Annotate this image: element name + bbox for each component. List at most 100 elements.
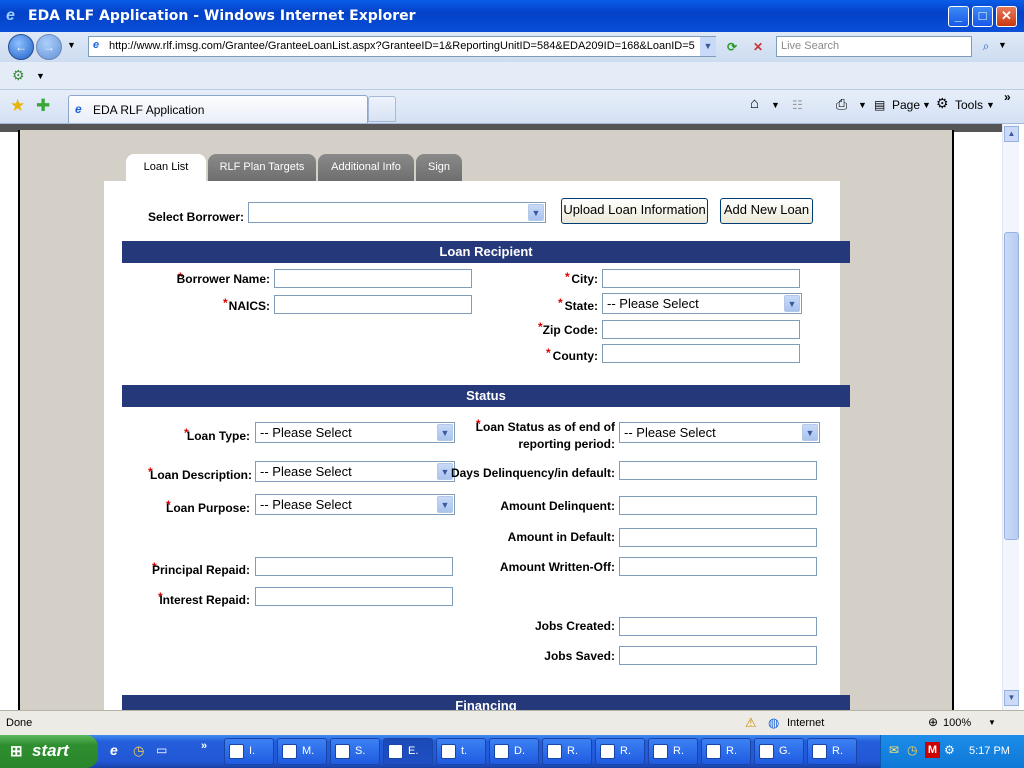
stop-icon[interactable]: ✕: [748, 37, 768, 57]
taskbar-item[interactable]: R.: [807, 738, 857, 765]
state-dropdown[interactable]: -- Please Select ▼: [602, 293, 802, 314]
loan-status-dropdown[interactable]: -- Please Select ▼: [619, 422, 820, 443]
taskbar-item[interactable]: t.: [436, 738, 486, 765]
zoom-level[interactable]: 100%: [943, 717, 971, 729]
favorites-star-icon[interactable]: ★: [10, 96, 25, 116]
new-tab-button[interactable]: [368, 96, 396, 122]
toolbar-icon[interactable]: ⚙: [12, 67, 25, 84]
search-input[interactable]: Live Search: [776, 36, 972, 57]
amount-in-default-field[interactable]: [619, 528, 817, 547]
taskbar-item[interactable]: I.: [224, 738, 274, 765]
borrower-name-field[interactable]: [274, 269, 472, 288]
jobs-saved-field[interactable]: [619, 646, 817, 665]
naics-field[interactable]: [274, 295, 472, 314]
taskbar-item-label: S.: [355, 745, 366, 757]
app-icon: [441, 744, 456, 759]
toolbar-dropdown-icon[interactable]: ▼: [36, 71, 45, 81]
taskbar-item[interactable]: R.: [648, 738, 698, 765]
amount-delinquent-field[interactable]: [619, 496, 817, 515]
history-dropdown-icon[interactable]: ▼: [67, 40, 76, 50]
start-button[interactable]: ⊞ start: [0, 735, 98, 768]
zoom-dropdown-icon[interactable]: ▼: [988, 718, 996, 727]
print-icon[interactable]: ⎙: [836, 96, 847, 113]
taskbar-item[interactable]: R.: [542, 738, 592, 765]
taskbar-item-label: R.: [673, 745, 684, 757]
app-icon: [282, 744, 297, 759]
home-icon[interactable]: ⌂: [750, 95, 759, 112]
taskbar-item-active[interactable]: E.: [383, 738, 433, 765]
interest-repaid-field[interactable]: [255, 587, 453, 606]
taskbar-item[interactable]: R.: [701, 738, 751, 765]
popup-blocker-icon[interactable]: ⚠: [745, 715, 757, 731]
page-dropdown-icon[interactable]: ▼: [922, 100, 931, 110]
feeds-icon[interactable]: ☷: [792, 98, 803, 112]
status-header: Status: [122, 385, 850, 407]
print-dropdown-icon[interactable]: ▼: [858, 100, 867, 110]
loan-type-dropdown[interactable]: -- Please Select ▼: [255, 422, 455, 443]
loan-description-dropdown[interactable]: -- Please Select ▼: [255, 461, 455, 482]
tools-dropdown-icon[interactable]: ▼: [986, 100, 995, 110]
page-menu[interactable]: Page: [892, 98, 920, 112]
close-button[interactable]: ✕: [996, 6, 1017, 27]
show-desktop-icon[interactable]: ▭: [156, 743, 167, 757]
loan-status-label-line2: reporting period:: [518, 437, 615, 451]
taskbar-item[interactable]: S.: [330, 738, 380, 765]
city-label: City:: [571, 272, 598, 286]
tools-menu[interactable]: Tools: [955, 98, 983, 112]
minimize-button[interactable]: _: [948, 6, 969, 27]
antivirus-icon[interactable]: M: [925, 742, 940, 758]
forward-button[interactable]: →: [36, 34, 62, 60]
maximize-button[interactable]: □: [972, 6, 993, 27]
browser-tab[interactable]: e EDA RLF Application: [68, 95, 368, 123]
address-bar[interactable]: e http://www.rlf.imsg.com/Grantee/Grante…: [88, 36, 716, 57]
quicklaunch-ie-icon[interactable]: e: [110, 742, 118, 758]
window-title-bar[interactable]: e EDA RLF Application - Windows Internet…: [0, 0, 1024, 32]
web-content: Loan List RLF Plan Targets Additional In…: [0, 124, 1002, 710]
add-new-loan-button[interactable]: Add New Loan: [720, 198, 813, 224]
days-delinquency-field[interactable]: [619, 461, 817, 480]
taskbar-item[interactable]: R.: [595, 738, 645, 765]
county-field[interactable]: [602, 344, 800, 363]
financing-header: Financing: [122, 695, 850, 710]
city-field[interactable]: [602, 269, 800, 288]
clock[interactable]: 5:17 PM: [969, 745, 1010, 757]
zip-code-field[interactable]: [602, 320, 800, 339]
taskbar-item-label: R.: [832, 745, 843, 757]
app-icon: [759, 744, 774, 759]
taskbar-item[interactable]: M.: [277, 738, 327, 765]
search-options-icon[interactable]: ▼: [998, 40, 1007, 50]
quicklaunch-clock-icon[interactable]: ◷: [133, 743, 144, 759]
principal-repaid-field[interactable]: [255, 557, 453, 576]
borrower-name-label: Borrower Name:: [176, 272, 270, 286]
mail-icon[interactable]: ✉: [889, 743, 899, 757]
jobs-created-field[interactable]: [619, 617, 817, 636]
tab-sign[interactable]: Sign: [416, 154, 462, 181]
taskbar-item-label: D.: [514, 745, 525, 757]
vertical-scrollbar[interactable]: ▲ ▼: [1002, 124, 1019, 710]
clock-app-icon[interactable]: ◷: [907, 743, 917, 757]
taskbar-item[interactable]: D.: [489, 738, 539, 765]
address-dropdown-icon[interactable]: ▼: [700, 37, 716, 56]
ie-logo-icon: e: [6, 7, 15, 24]
scroll-down-icon[interactable]: ▼: [1004, 690, 1019, 706]
tab-rlf-plan-targets[interactable]: RLF Plan Targets: [208, 154, 316, 181]
taskbar: ⊞ start e ◷ ▭ » I. M. S. E. t. D. R. R. …: [0, 735, 1024, 768]
network-icon[interactable]: ⚙: [944, 743, 955, 757]
refresh-icon[interactable]: ⟳: [722, 37, 742, 57]
upload-loan-information-button[interactable]: Upload Loan Information: [561, 198, 708, 224]
home-dropdown-icon[interactable]: ▼: [771, 100, 780, 110]
app-icon: [812, 744, 827, 759]
chevron-more-icon[interactable]: »: [1004, 90, 1011, 104]
taskbar-item[interactable]: G.: [754, 738, 804, 765]
search-icon[interactable]: ⌕: [976, 36, 996, 57]
scrollbar-thumb[interactable]: [1004, 232, 1019, 540]
chevron-more-icon[interactable]: »: [201, 740, 207, 752]
amount-written-off-field[interactable]: [619, 557, 817, 576]
back-button[interactable]: ←: [8, 34, 34, 60]
tab-additional-info[interactable]: Additional Info: [318, 154, 414, 181]
add-favorites-icon[interactable]: ✚: [36, 96, 50, 116]
loan-purpose-dropdown[interactable]: -- Please Select ▼: [255, 494, 455, 515]
tab-loan-list[interactable]: Loan List: [126, 154, 206, 181]
select-borrower-dropdown[interactable]: ▼: [248, 202, 546, 223]
scroll-up-icon[interactable]: ▲: [1004, 126, 1019, 142]
